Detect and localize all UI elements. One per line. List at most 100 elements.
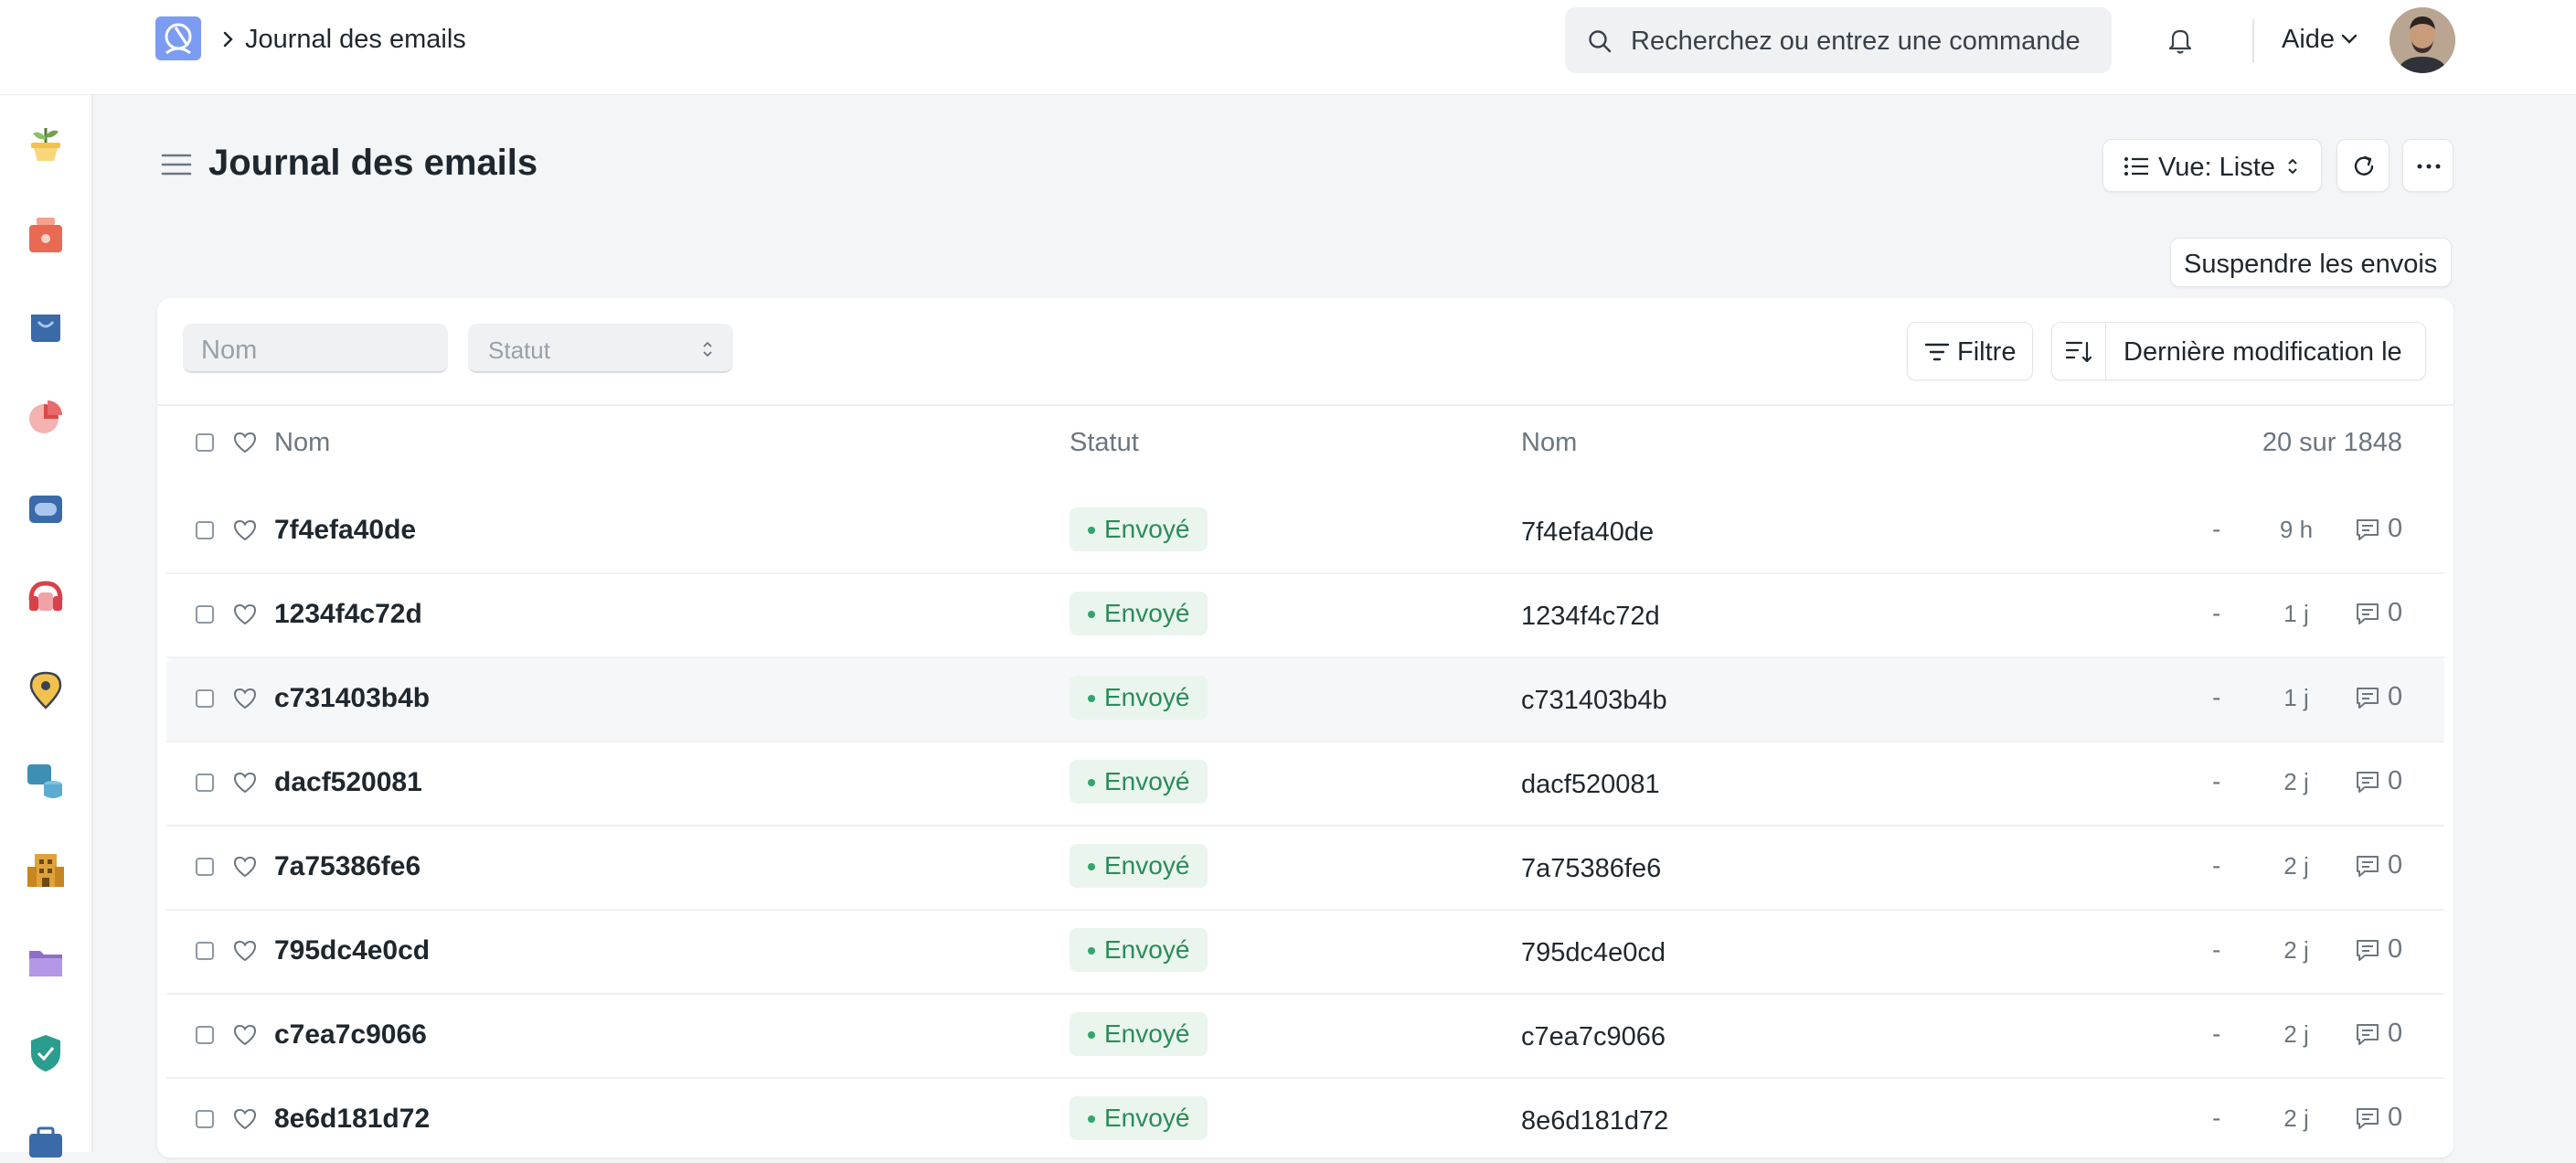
search-input[interactable]: Recherchez ou entrez une commande [1565, 7, 2112, 73]
chevron-right-icon [221, 27, 236, 51]
inbox-tray-icon[interactable] [26, 488, 66, 528]
app-logo-icon[interactable] [155, 16, 201, 60]
more-options-button[interactable] [2402, 139, 2454, 192]
table-row[interactable]: 7a75386fe6 Envoyé 7a75386fe6 - 2 j 0 [157, 827, 2454, 911]
chevron-down-icon[interactable] [2340, 33, 2358, 46]
row-name[interactable]: 8e6d181d72 [274, 1103, 430, 1136]
row-name[interactable]: dacf520081 [274, 766, 422, 799]
row-modified: 2 j [2283, 1104, 2309, 1132]
comment-icon [2355, 938, 2380, 962]
view-switcher-button[interactable]: Vue: Liste [2102, 139, 2322, 192]
suspend-sending-button[interactable]: Suspendre les envois [2170, 238, 2452, 287]
table-row[interactable]: 1234f4c72d Envoyé 1234f4c72d - 1 j 0 [157, 574, 2454, 658]
table-row[interactable]: c731403b4b Envoyé c731403b4b - 1 j 0 [157, 658, 2454, 742]
status-text: Envoyé [1104, 599, 1190, 627]
app-sidebar [0, 95, 93, 1158]
notification-bell-icon[interactable] [2166, 26, 2194, 55]
list-icon [2124, 156, 2149, 176]
status-text: Envoyé [1104, 515, 1190, 543]
sort-button[interactable]: Dernière modification le [2051, 322, 2426, 380]
row-name2: 795dc4e0cd [1521, 938, 1666, 967]
map-pin-icon[interactable] [26, 669, 66, 710]
avatar[interactable] [2390, 7, 2455, 73]
shopping-bag-icon[interactable] [26, 305, 66, 346]
table-row[interactable]: dacf520081 Envoyé dacf520081 - 2 j 0 [157, 742, 2454, 827]
heart-icon[interactable] [232, 1023, 258, 1047]
top-navbar: Journal des emails Recherchez ou entrez … [0, 0, 2576, 95]
column-header-name2[interactable]: Nom [1521, 427, 1577, 458]
filter-bar: Nom Statut Filtre Dernière modification … [157, 298, 2454, 406]
heart-icon[interactable] [232, 855, 258, 879]
status-filter-select[interactable]: Statut [468, 324, 733, 373]
status-badge: Envoyé [1070, 760, 1208, 804]
heart-icon[interactable] [232, 431, 258, 454]
row-checkbox[interactable] [196, 1110, 214, 1128]
briefcase-icon[interactable] [26, 1123, 66, 1163]
row-name[interactable]: 7f4efa40de [274, 514, 416, 547]
heart-icon[interactable] [232, 603, 258, 626]
comment-count: 0 [2388, 766, 2403, 795]
breadcrumb[interactable]: Journal des emails [245, 24, 466, 55]
comment-icon [2355, 686, 2380, 710]
select-all-checkbox[interactable] [196, 433, 214, 452]
select-arrows-icon [702, 340, 713, 358]
building-icon[interactable] [26, 850, 66, 891]
row-name[interactable]: c7ea7c9066 [274, 1019, 427, 1051]
filter-label: Filtre [1957, 337, 2017, 367]
row-name2: c7ea7c9066 [1521, 1022, 1666, 1051]
row-name[interactable]: 795dc4e0cd [274, 934, 430, 967]
row-checkbox[interactable] [196, 774, 214, 792]
row-name2: dacf520081 [1521, 770, 1660, 799]
pie-chart-icon[interactable] [26, 397, 66, 437]
row-dash: - [2212, 599, 2221, 627]
heart-icon[interactable] [232, 687, 258, 710]
comment-count: 0 [2388, 598, 2403, 627]
status-badge: Envoyé [1070, 592, 1208, 635]
row-dash: - [2212, 515, 2221, 543]
column-header-status[interactable]: Statut [1070, 427, 1139, 458]
row-name[interactable]: 1234f4c72d [274, 598, 422, 631]
table-row[interactable]: 8e6d181d72 Envoyé 8e6d181d72 - 2 j 0 [157, 1079, 2454, 1163]
status-text: Envoyé [1104, 767, 1190, 795]
row-checkbox[interactable] [196, 858, 214, 876]
view-label: Vue: Liste [2158, 153, 2275, 182]
row-checkbox[interactable] [196, 942, 214, 960]
row-checkbox[interactable] [196, 605, 214, 624]
plant-pot-icon[interactable] [26, 124, 66, 165]
folder-icon[interactable] [26, 942, 66, 982]
comment-count: 0 [2388, 514, 2403, 543]
column-header-name[interactable]: Nom [274, 427, 330, 458]
row-modified: 2 j [2283, 936, 2309, 964]
comment-count: 0 [2388, 1103, 2403, 1132]
ellipsis-icon [2417, 164, 2441, 169]
cash-register-icon[interactable] [26, 216, 66, 256]
filter-button[interactable]: Filtre [1907, 322, 2033, 380]
refresh-button[interactable] [2336, 139, 2390, 192]
table-row[interactable]: 795dc4e0cd Envoyé 795dc4e0cd - 2 j 0 [157, 911, 2454, 995]
row-checkbox[interactable] [196, 521, 214, 539]
row-checkbox[interactable] [196, 689, 214, 708]
status-badge: Envoyé [1070, 1096, 1208, 1140]
sidebar-toggle-icon[interactable] [161, 152, 192, 177]
row-checkbox[interactable] [196, 1026, 214, 1044]
sort-order-icon[interactable] [2065, 339, 2092, 365]
row-name[interactable]: 7a75386fe6 [274, 850, 420, 883]
table-row[interactable]: c7ea7c9066 Envoyé c7ea7c9066 - 2 j 0 [157, 995, 2454, 1079]
support-headset-icon[interactable] [26, 578, 66, 618]
table-body: 7f4efa40de Envoyé 7f4efa40de - 9 h 0 123… [157, 490, 2454, 1163]
table-row[interactable]: 7f4efa40de Envoyé 7f4efa40de - 9 h 0 [157, 490, 2454, 574]
row-dash: - [2212, 851, 2221, 880]
row-name[interactable]: c731403b4b [274, 682, 430, 715]
heart-icon[interactable] [232, 1107, 258, 1131]
heart-icon[interactable] [232, 518, 258, 542]
database-stack-icon[interactable] [26, 761, 66, 801]
status-text: Envoyé [1104, 683, 1190, 711]
heart-icon[interactable] [232, 939, 258, 963]
shield-check-icon[interactable] [26, 1033, 66, 1073]
name-filter-input[interactable]: Nom [183, 324, 448, 373]
row-dash: - [2212, 1019, 2221, 1048]
help-menu[interactable]: Aide [2282, 24, 2335, 55]
row-name2: 7f4efa40de [1521, 517, 1655, 547]
heart-icon[interactable] [232, 771, 258, 795]
row-modified: 1 j [2283, 600, 2309, 627]
